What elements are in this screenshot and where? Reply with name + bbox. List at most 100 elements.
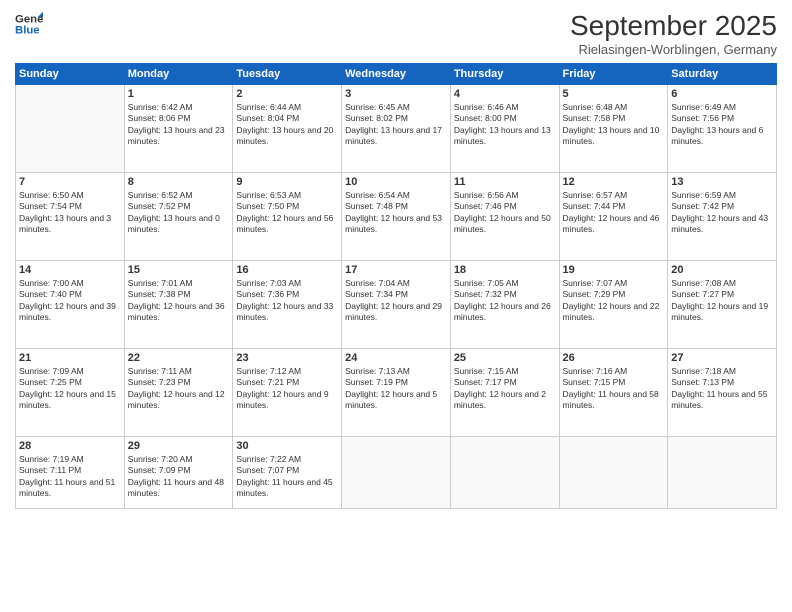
day-header-tuesday: Tuesday (233, 64, 342, 85)
day-header-friday: Friday (559, 64, 668, 85)
calendar-cell: 12Sunrise: 6:57 AM Sunset: 7:44 PM Dayli… (559, 173, 668, 261)
week-row-1: 7 Sunrise: 6:50 AM Sunset: 7:54 PM Daylig… (16, 173, 777, 261)
day-content: Sunrise: 7:19 AM Sunset: 7:11 PM Dayligh… (19, 454, 121, 500)
svg-text:Blue: Blue (15, 25, 40, 37)
calendar-cell: 24 Sunrise: 7:13 AM Sunset: 7:19 PM Dayli… (342, 349, 451, 437)
header: General Blue September 2025 Rielasingen-… (15, 10, 777, 57)
day-number: 3 (345, 88, 447, 100)
day-content: Sunrise: 7:09 AM Sunset: 7:25 PM Dayligh… (19, 366, 121, 412)
day-number: 24 (345, 352, 447, 364)
day-number: 6 (671, 88, 773, 100)
day-content: Sunrise: 7:20 AM Sunset: 7:09 PM Dayligh… (128, 454, 230, 500)
calendar-cell: 21 Sunrise: 7:09 AM Sunset: 7:25 PM Dayli… (16, 349, 125, 437)
calendar-cell (342, 437, 451, 509)
day-header-thursday: Thursday (450, 64, 559, 85)
day-number: 25 (454, 352, 556, 364)
week-row-3: 21 Sunrise: 7:09 AM Sunset: 7:25 PM Dayli… (16, 349, 777, 437)
day-number: 18 (454, 264, 556, 276)
day-number: 7 (19, 176, 121, 188)
day-content: Sunrise: 7:05 AM Sunset: 7:32 PM Dayligh… (454, 278, 556, 324)
day-number: 2 (236, 88, 338, 100)
calendar-cell: 19 Sunrise: 7:07 AM Sunset: 7:29 PM Dayli… (559, 261, 668, 349)
week-row-2: 14 Sunrise: 7:00 AM Sunset: 7:40 PM Dayli… (16, 261, 777, 349)
day-content: Sunrise: 7:01 AM Sunset: 7:38 PM Dayligh… (128, 278, 230, 324)
day-number: 28 (19, 440, 121, 452)
day-content: Sunrise: 7:18 AM Sunset: 7:13 PM Dayligh… (671, 366, 773, 412)
logo-icon: General Blue (15, 10, 43, 38)
day-header-monday: Monday (124, 64, 233, 85)
day-content: Sunrise: 6:50 AM Sunset: 7:54 PM Dayligh… (19, 190, 121, 236)
day-content: Sunrise: 6:46 AM Sunset: 8:00 PM Dayligh… (454, 102, 556, 148)
day-number: 11 (454, 176, 556, 188)
day-number: 30 (236, 440, 338, 452)
day-header-wednesday: Wednesday (342, 64, 451, 85)
day-number: 16 (236, 264, 338, 276)
day-content: Sunrise: 6:59 AM Sunset: 7:42 PM Dayligh… (671, 190, 773, 236)
day-number: 4 (454, 88, 556, 100)
calendar-cell: 18 Sunrise: 7:05 AM Sunset: 7:32 PM Dayli… (450, 261, 559, 349)
day-number: 1 (128, 88, 230, 100)
day-content: Sunrise: 7:16 AM Sunset: 7:15 PM Dayligh… (563, 366, 665, 412)
day-number: 5 (563, 88, 665, 100)
day-header-sunday: Sunday (16, 64, 125, 85)
calendar-cell: 17 Sunrise: 7:04 AM Sunset: 7:34 PM Dayli… (342, 261, 451, 349)
calendar-cell: 28 Sunrise: 7:19 AM Sunset: 7:11 PM Dayli… (16, 437, 125, 509)
day-number: 12 (563, 176, 665, 188)
day-content: Sunrise: 6:53 AM Sunset: 7:50 PM Dayligh… (236, 190, 338, 236)
day-content: Sunrise: 7:13 AM Sunset: 7:19 PM Dayligh… (345, 366, 447, 412)
day-content: Sunrise: 6:45 AM Sunset: 8:02 PM Dayligh… (345, 102, 447, 148)
day-number: 20 (671, 264, 773, 276)
day-number: 21 (19, 352, 121, 364)
day-number: 10 (345, 176, 447, 188)
day-content: Sunrise: 6:49 AM Sunset: 7:56 PM Dayligh… (671, 102, 773, 148)
calendar-cell: 3 Sunrise: 6:45 AM Sunset: 8:02 PM Daylig… (342, 85, 451, 173)
calendar-cell (450, 437, 559, 509)
day-number: 19 (563, 264, 665, 276)
day-content: Sunrise: 7:03 AM Sunset: 7:36 PM Dayligh… (236, 278, 338, 324)
calendar-cell: 26 Sunrise: 7:16 AM Sunset: 7:15 PM Dayli… (559, 349, 668, 437)
day-content: Sunrise: 6:54 AM Sunset: 7:48 PM Dayligh… (345, 190, 447, 236)
day-content: Sunrise: 7:08 AM Sunset: 7:27 PM Dayligh… (671, 278, 773, 324)
day-number: 13 (671, 176, 773, 188)
day-number: 29 (128, 440, 230, 452)
calendar-cell: 6 Sunrise: 6:49 AM Sunset: 7:56 PM Daylig… (668, 85, 777, 173)
day-content: Sunrise: 7:00 AM Sunset: 7:40 PM Dayligh… (19, 278, 121, 324)
day-content: Sunrise: 7:07 AM Sunset: 7:29 PM Dayligh… (563, 278, 665, 324)
day-content: Sunrise: 6:52 AM Sunset: 7:52 PM Dayligh… (128, 190, 230, 236)
calendar-cell (16, 85, 125, 173)
day-content: Sunrise: 7:12 AM Sunset: 7:21 PM Dayligh… (236, 366, 338, 412)
calendar-cell: 8Sunrise: 6:52 AM Sunset: 7:52 PM Daylig… (124, 173, 233, 261)
day-content: Sunrise: 6:42 AM Sunset: 8:06 PM Dayligh… (128, 102, 230, 148)
day-number: 26 (563, 352, 665, 364)
calendar-cell: 1 Sunrise: 6:42 AM Sunset: 8:06 PM Daylig… (124, 85, 233, 173)
day-number: 15 (128, 264, 230, 276)
calendar-cell: 13 Sunrise: 6:59 AM Sunset: 7:42 PM Dayli… (668, 173, 777, 261)
header-row: SundayMondayTuesdayWednesdayThursdayFrid… (16, 64, 777, 85)
calendar-table: SundayMondayTuesdayWednesdayThursdayFrid… (15, 63, 777, 509)
month-title: September 2025 (570, 10, 777, 42)
day-content: Sunrise: 6:56 AM Sunset: 7:46 PM Dayligh… (454, 190, 556, 236)
calendar-cell: 27Sunrise: 7:18 AM Sunset: 7:13 PM Dayli… (668, 349, 777, 437)
day-content: Sunrise: 6:44 AM Sunset: 8:04 PM Dayligh… (236, 102, 338, 148)
svg-text:General: General (15, 13, 43, 25)
day-content: Sunrise: 6:48 AM Sunset: 7:58 PM Dayligh… (563, 102, 665, 148)
day-number: 17 (345, 264, 447, 276)
calendar-cell: 11 Sunrise: 6:56 AM Sunset: 7:46 PM Dayli… (450, 173, 559, 261)
calendar-cell: 25 Sunrise: 7:15 AM Sunset: 7:17 PM Dayli… (450, 349, 559, 437)
week-row-0: 1 Sunrise: 6:42 AM Sunset: 8:06 PM Daylig… (16, 85, 777, 173)
calendar-cell: 4 Sunrise: 6:46 AM Sunset: 8:00 PM Daylig… (450, 85, 559, 173)
day-content: Sunrise: 7:15 AM Sunset: 7:17 PM Dayligh… (454, 366, 556, 412)
day-content: Sunrise: 7:04 AM Sunset: 7:34 PM Dayligh… (345, 278, 447, 324)
calendar-cell: 29 Sunrise: 7:20 AM Sunset: 7:09 PM Dayli… (124, 437, 233, 509)
day-number: 14 (19, 264, 121, 276)
calendar-cell: 14 Sunrise: 7:00 AM Sunset: 7:40 PM Dayli… (16, 261, 125, 349)
calendar-cell: 15 Sunrise: 7:01 AM Sunset: 7:38 PM Dayli… (124, 261, 233, 349)
day-number: 23 (236, 352, 338, 364)
day-number: 22 (128, 352, 230, 364)
calendar-cell: 22Sunrise: 7:11 AM Sunset: 7:23 PM Dayli… (124, 349, 233, 437)
calendar-cell: 23 Sunrise: 7:12 AM Sunset: 7:21 PM Dayli… (233, 349, 342, 437)
week-row-4: 28 Sunrise: 7:19 AM Sunset: 7:11 PM Dayli… (16, 437, 777, 509)
logo: General Blue (15, 10, 43, 38)
location-subtitle: Rielasingen-Worblingen, Germany (570, 42, 777, 57)
calendar-cell: 9Sunrise: 6:53 AM Sunset: 7:50 PM Daylig… (233, 173, 342, 261)
